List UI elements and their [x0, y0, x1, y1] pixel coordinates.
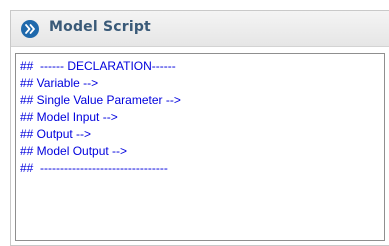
- double-chevron-right-icon: [25, 24, 35, 34]
- panel-title: Model Script: [49, 19, 151, 35]
- model-script-editor[interactable]: ## ------ DECLARATION------ ## Variable …: [15, 53, 385, 241]
- script-line-model-input: ## Model Input -->: [20, 110, 118, 124]
- script-line-model-output: ## Model Output -->: [20, 144, 128, 158]
- panel-header: Model Script: [11, 11, 389, 47]
- script-line-output: ## Output -->: [20, 127, 92, 141]
- script-line-variable: ## Variable -->: [20, 76, 99, 90]
- collapse-toggle-button[interactable]: [21, 20, 39, 38]
- script-line-declaration: ## ------ DECLARATION------: [20, 59, 176, 73]
- script-line-end: ## --------------------------------: [20, 161, 168, 175]
- model-script-panel: Model Script ## ------ DECLARATION------…: [10, 10, 389, 246]
- script-line-single-value-parameter: ## Single Value Parameter -->: [20, 93, 181, 107]
